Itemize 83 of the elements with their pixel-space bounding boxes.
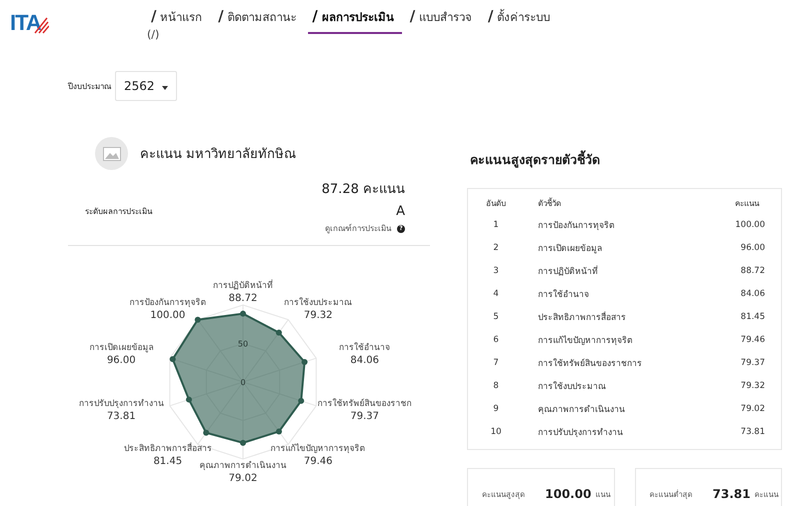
table-cell-text: 79.02 [740, 404, 766, 414]
axis-label: การใช้งบประมาณ [284, 298, 352, 308]
axis-label: การป้องกันการทุจริต [129, 298, 206, 308]
card-title: คะแนน มหาวิทยาลัยทักษิณ [140, 146, 296, 164]
value-label: 100.00 [150, 310, 186, 322]
logo[interactable]: ITA [0, 0, 140, 34]
table-cell-text: 84.06 [740, 288, 766, 298]
table-cell-text: 2 [492, 242, 500, 252]
column-header: อันดับ [485, 198, 507, 210]
table-cell-text: 8 [492, 380, 500, 390]
axis-tick: 50 [238, 340, 248, 348]
table-cell-text: 6 [492, 334, 500, 344]
table-cell-text: การป้องกันการทุจริต [537, 220, 616, 232]
data-point [240, 310, 246, 317]
table-cell-text: การปรับปรุงการทำงาน [537, 426, 624, 438]
grade-value: A [396, 204, 405, 219]
table-cell-text: การแก้ไขปัญหาการทุจริต [537, 334, 634, 346]
value-label: 81.45 [153, 456, 182, 467]
data-point [302, 359, 308, 365]
table-cell-text: ประสิทธิภาพการสื่อสาร [537, 310, 627, 324]
value-label: 79.46 [304, 456, 333, 467]
nav-tab[interactable]: / ติดตามสถานะ [214, 0, 304, 34]
table-cell-text: 79.37 [740, 358, 766, 368]
data-point [240, 440, 246, 446]
value-label: 79.02 [228, 473, 258, 484]
table-cell-text: 79.32 [740, 380, 766, 390]
column-header: คะแนน [734, 198, 760, 210]
data-point [186, 396, 192, 403]
nav-tab[interactable]: / ผลการประเมิน [308, 0, 402, 34]
year-select[interactable]: 2562 [115, 71, 178, 101]
table-cell-text: 1 [492, 220, 500, 230]
table-cell-text: การใช้งบประมาณ [537, 380, 607, 392]
value-label: 96.00 [106, 355, 136, 366]
table-cell-text: 3 [492, 266, 500, 276]
column-header: ตัวชี้วัด [537, 196, 562, 210]
nav-tab[interactable]: / ตั้งค่าระบบ [484, 0, 558, 34]
table-cell-text: 9 [492, 404, 500, 414]
table-cell-text: 7 [492, 358, 500, 368]
total-score: 87.28 คะแนน [320, 181, 405, 199]
data-point [276, 330, 282, 336]
table-cell-text: 73.81 [740, 426, 766, 436]
table-cell-text: การเปิดเผยข้อมูล [537, 242, 603, 254]
axis-label: การปฏิบัติหน้าที่ [213, 281, 273, 291]
value-label: 79.37 [350, 410, 380, 422]
table-cell-text: 79.46 [740, 334, 766, 344]
table-cell-text: 88.72 [740, 266, 766, 276]
axis-label: การใช้ทรัพย์สินของราชก [318, 398, 412, 409]
caret-icon [162, 86, 168, 90]
value-label: 88.72 [228, 293, 258, 304]
section-title: คะแนนสูงสุดรายตัวชี้วัด [470, 150, 601, 170]
table-cell-text: 96.00 [740, 242, 766, 252]
table-cell-text: การปฏิบัติหน้าที่ [537, 264, 599, 278]
nav-tab[interactable]: / แบบสำรวจ [406, 0, 480, 34]
axis-label: การใช้อำนาจ [339, 343, 390, 354]
value-label: 73.81 [106, 410, 136, 422]
value-label: 84.06 [350, 355, 380, 366]
axis-label: คุณภาพการดำเนินงาน [200, 461, 286, 471]
criteria-link[interactable]: ดูเกณฑ์การประเมิน [325, 222, 391, 235]
nav-link[interactable]: (/) [147, 28, 160, 41]
table-cell-text: 100.00 [734, 220, 766, 230]
summary-value: 73.81 [712, 487, 750, 501]
image-placeholder-icon [95, 137, 128, 170]
table-cell-text: 5 [492, 312, 500, 322]
axis-label: ประสิทธิภาพการสื่อสาร [124, 444, 212, 454]
grade-label: ระดับผลการประเมิน [85, 206, 152, 218]
table-cell-text: คุณภาพการดำเนินงาน [537, 404, 626, 416]
table-cell-text: 81.45 [740, 312, 766, 322]
data-point [276, 428, 282, 434]
data-point [298, 398, 304, 404]
year-label: ปีงบประมาณ [68, 80, 111, 92]
axis-label: การปรับปรุงการทำงาน [78, 398, 164, 409]
axis-label: การเปิดเผยข้อมูล [89, 343, 154, 354]
data-point [203, 430, 210, 436]
axis-label: การแก้ไขปัญหาการทุจริต [270, 444, 366, 454]
axis-tick: 0 [240, 378, 246, 387]
data-point [170, 356, 176, 362]
table-cell-text: 4 [492, 288, 500, 298]
value-label: 79.32 [304, 310, 333, 322]
table-cell-text: การใช้อำนาจ [537, 288, 590, 300]
summary-value: 100.00 [545, 487, 592, 501]
table-cell-text: การใช้ทรัพย์สินของราชการ [537, 357, 643, 370]
table-cell-text: 10 [490, 426, 502, 436]
data-point [194, 316, 201, 323]
